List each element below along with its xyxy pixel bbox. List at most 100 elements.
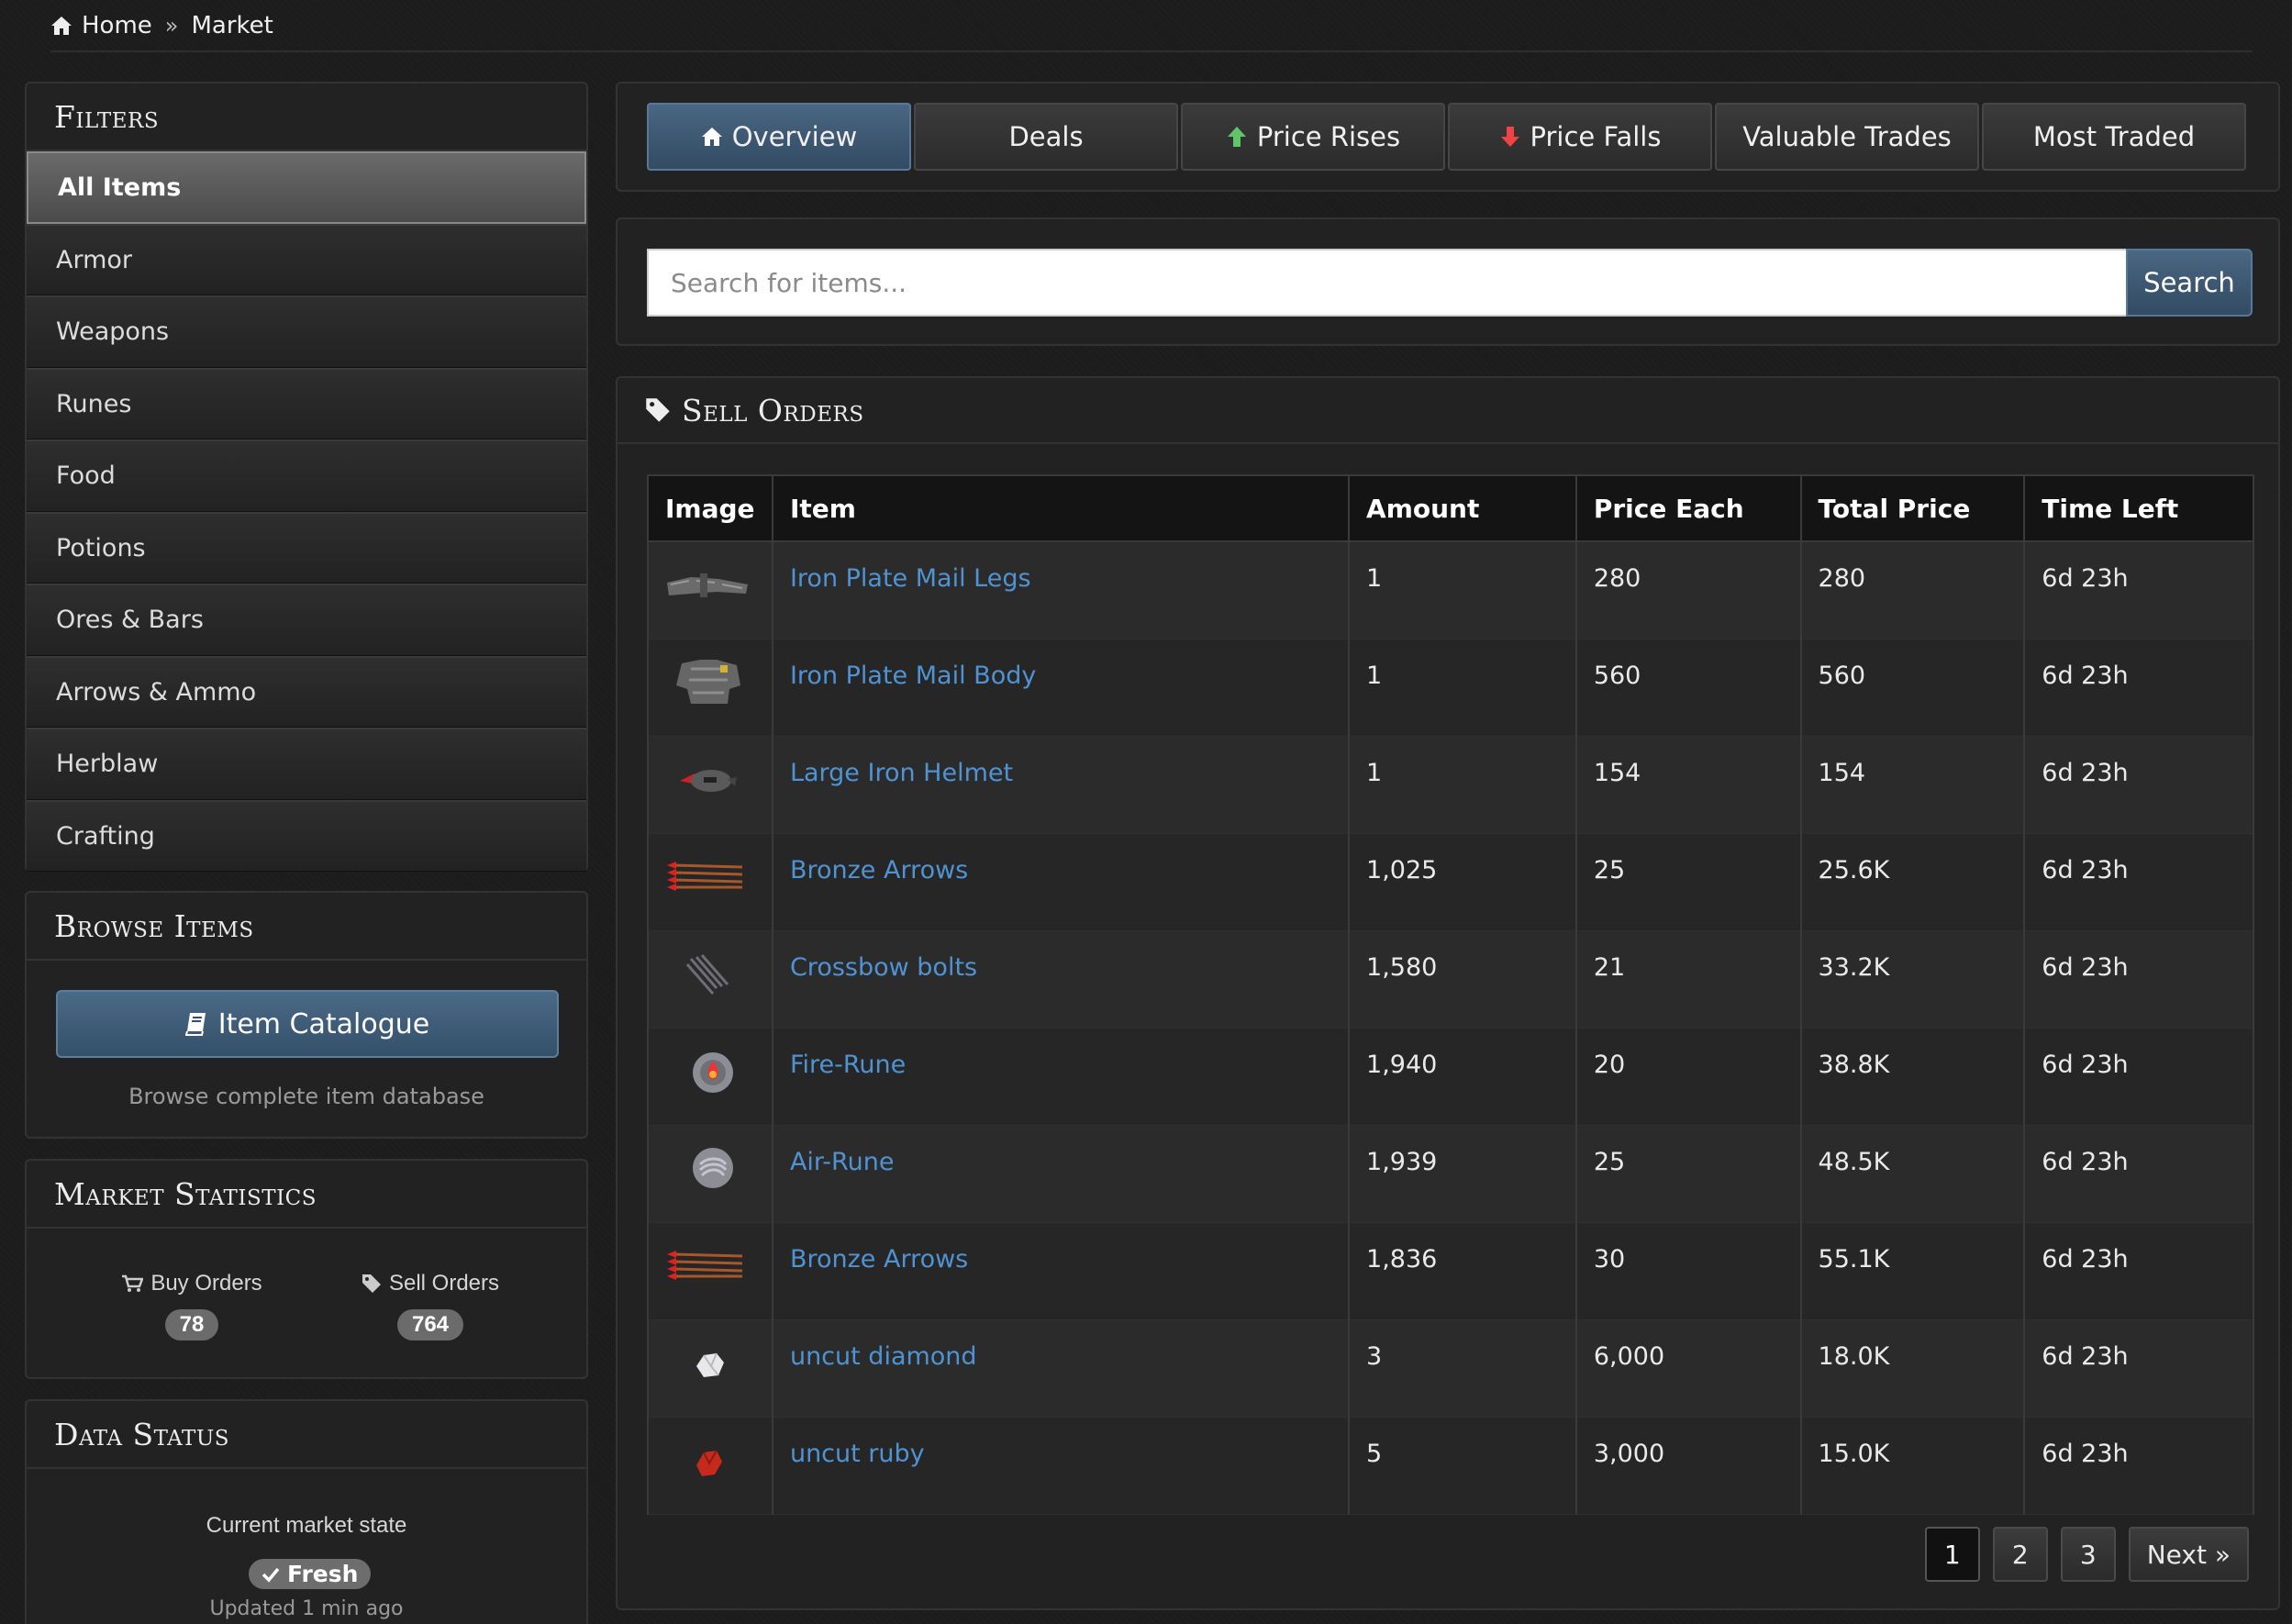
item-name-cell[interactable]: Air-Rune <box>771 1125 1351 1223</box>
time-left-cell: 6d 23h <box>2023 1125 2254 1223</box>
tab-price-falls-label: Price Falls <box>1530 121 1662 152</box>
air-rune-icon <box>693 1147 733 1188</box>
filter-runes[interactable]: Runes <box>27 367 586 439</box>
page-3-button[interactable]: 3 <box>2060 1527 2116 1582</box>
filter-herblaw[interactable]: Herblaw <box>27 728 586 800</box>
search-button[interactable]: Search <box>2126 249 2253 317</box>
filter-ores-bars[interactable]: Ores & Bars <box>27 584 586 656</box>
tab-most-traded[interactable]: Most Traded <box>1982 103 2246 171</box>
table-row[interactable]: Fire-Rune 1,940 20 38.8K 6d 23h <box>647 1028 2254 1126</box>
item-link[interactable]: Iron Plate Mail Body <box>790 662 1036 690</box>
tab-price-rises[interactable]: Price Rises <box>1181 103 1445 171</box>
item-catalogue-button[interactable]: Item Catalogue <box>56 990 559 1058</box>
page-1-button[interactable]: 1 <box>1924 1527 1980 1582</box>
table-header-row: Image Item Amount Price Each Total Price… <box>647 474 2254 542</box>
total-price-cell: 154 <box>1799 736 2026 834</box>
item-image-cell <box>647 1028 773 1126</box>
col-item[interactable]: Item <box>771 474 1351 542</box>
table-row[interactable]: Bronze Arrows 1,025 25 25.6K 6d 23h <box>647 833 2254 931</box>
item-link[interactable]: Crossbow bolts <box>790 953 977 982</box>
col-amount[interactable]: Amount <box>1348 474 1577 542</box>
item-name-cell[interactable]: Fire-Rune <box>771 1028 1351 1126</box>
amount-cell: 1,939 <box>1348 1125 1577 1223</box>
time-left-cell: 6d 23h <box>2023 736 2254 834</box>
fire-rune-icon <box>693 1051 733 1093</box>
item-link[interactable]: Bronze Arrows <box>790 1245 968 1274</box>
tabs-panel: Overview Deals Price Rises Price Falls V… <box>616 82 2280 192</box>
breadcrumb-current: Market <box>191 11 273 39</box>
item-link[interactable]: Fire-Rune <box>790 1051 906 1079</box>
amount-cell: 1,836 <box>1348 1222 1577 1320</box>
item-name-cell[interactable]: Crossbow bolts <box>771 930 1351 1029</box>
table-row[interactable]: uncut ruby 5 3,000 15.0K 6d 23h <box>647 1417 2254 1515</box>
filter-potions[interactable]: Potions <box>27 511 586 584</box>
table-row[interactable]: Air-Rune 1,939 25 48.5K 6d 23h <box>647 1125 2254 1223</box>
arrows-icon <box>667 861 743 891</box>
filter-crafting[interactable]: Crafting <box>27 799 586 872</box>
item-name-cell[interactable]: Large Iron Helmet <box>771 736 1351 834</box>
table-row[interactable]: Large Iron Helmet 1 154 154 6d 23h <box>647 736 2254 834</box>
buy-orders-count: 78 <box>164 1309 219 1340</box>
time-left-cell: 6d 23h <box>2023 1222 2254 1320</box>
filter-arrows-ammo[interactable]: Arrows & Ammo <box>27 655 586 728</box>
filter-all-items[interactable]: All Items <box>27 151 586 224</box>
table-row[interactable]: Bronze Arrows 1,836 30 55.1K 6d 23h <box>647 1222 2254 1320</box>
breadcrumb-home-label: Home <box>82 11 152 39</box>
filter-weapons[interactable]: Weapons <box>27 295 586 368</box>
table-row[interactable]: Crossbow bolts 1,580 21 33.2K 6d 23h <box>647 930 2254 1029</box>
buy-orders-label: Buy Orders <box>150 1271 262 1296</box>
amount-cell: 1,940 <box>1348 1028 1577 1126</box>
home-icon <box>701 128 722 146</box>
item-link[interactable]: uncut ruby <box>790 1440 925 1468</box>
arrow-down-icon <box>1500 127 1519 147</box>
item-name-cell[interactable]: Bronze Arrows <box>771 1222 1351 1320</box>
item-link[interactable]: Iron Plate Mail Legs <box>790 564 1031 593</box>
total-price-cell: 280 <box>1799 541 2026 640</box>
tab-most-traded-label: Most Traded <box>2032 121 2196 152</box>
item-link[interactable]: Air-Rune <box>790 1148 894 1176</box>
pagination: 1 2 3 Next » <box>1924 1527 2249 1582</box>
total-price-cell: 48.5K <box>1799 1125 2026 1223</box>
diamond-icon <box>696 1352 724 1377</box>
price-each-cell: 25 <box>1574 1125 1802 1223</box>
breadcrumb-home[interactable]: Home <box>50 12 152 39</box>
item-link[interactable]: Large Iron Helmet <box>790 759 1013 787</box>
tab-price-falls[interactable]: Price Falls <box>1448 103 1712 171</box>
total-price-cell: 15.0K <box>1799 1417 2026 1515</box>
price-each-cell: 560 <box>1574 639 1802 737</box>
item-name-cell[interactable]: Iron Plate Mail Legs <box>771 541 1351 640</box>
item-name-cell[interactable]: uncut diamond <box>771 1319 1351 1418</box>
table-row[interactable]: Iron Plate Mail Body 1 560 560 6d 23h <box>647 639 2254 737</box>
tab-deals[interactable]: Deals <box>914 103 1178 171</box>
next-page-button[interactable]: Next » <box>2128 1527 2249 1582</box>
time-left-cell: 6d 23h <box>2023 1319 2254 1418</box>
tab-valuable-trades-label: Valuable Trades <box>1742 121 1952 152</box>
item-name-cell[interactable]: Bronze Arrows <box>771 833 1351 931</box>
ruby-icon <box>696 1450 722 1476</box>
item-name-cell[interactable]: uncut ruby <box>771 1417 1351 1515</box>
col-time-left[interactable]: Time Left <box>2023 474 2254 542</box>
browse-note: Browse complete item database <box>128 1084 484 1109</box>
item-image-cell <box>647 541 773 640</box>
item-name-cell[interactable]: Iron Plate Mail Body <box>771 639 1351 737</box>
total-price-cell: 560 <box>1799 639 2026 737</box>
table-row[interactable]: Iron Plate Mail Legs 1 280 280 6d 23h <box>647 541 2254 640</box>
col-image[interactable]: Image <box>647 474 773 542</box>
sell-orders-header: Sell Orders <box>618 378 2278 444</box>
total-price-cell: 25.6K <box>1799 833 2026 931</box>
time-left-cell: 6d 23h <box>2023 639 2254 737</box>
page-2-button[interactable]: 2 <box>1992 1527 2048 1582</box>
item-link[interactable]: uncut diamond <box>790 1342 977 1371</box>
sell-orders-label: Sell Orders <box>388 1271 500 1296</box>
tab-overview[interactable]: Overview <box>647 103 911 171</box>
item-link[interactable]: Bronze Arrows <box>790 856 968 884</box>
buy-orders-stat: Buy Orders 78 <box>54 1271 329 1340</box>
search-input[interactable] <box>647 249 2126 317</box>
item-catalogue-label: Item Catalogue <box>217 1007 430 1040</box>
filter-food[interactable]: Food <box>27 439 586 512</box>
filter-armor[interactable]: Armor <box>27 223 586 295</box>
col-price-each[interactable]: Price Each <box>1574 474 1802 542</box>
col-total-price[interactable]: Total Price <box>1799 474 2026 542</box>
tab-valuable-trades[interactable]: Valuable Trades <box>1715 103 1979 171</box>
table-row[interactable]: uncut diamond 3 6,000 18.0K 6d 23h <box>647 1319 2254 1418</box>
